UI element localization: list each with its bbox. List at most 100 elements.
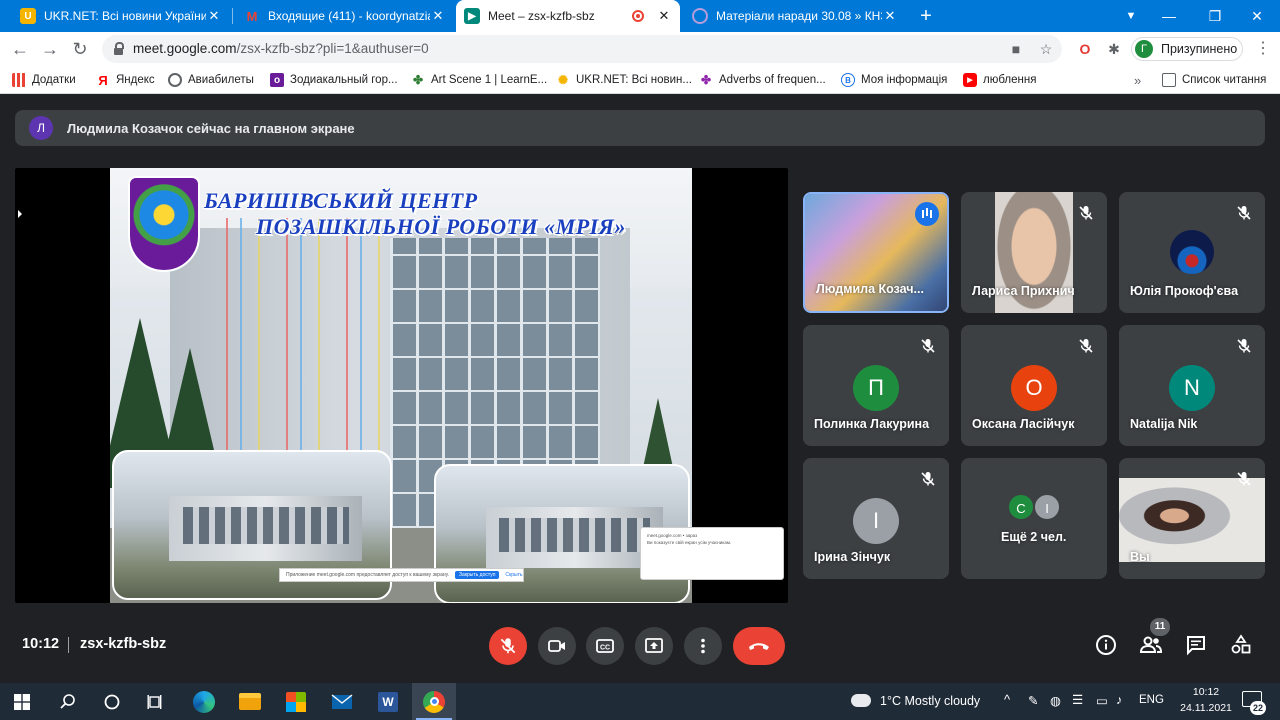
activities-button[interactable] [1229, 633, 1253, 657]
bookmark-info[interactable]: B Моя інформація [841, 71, 947, 89]
avatar: І [1033, 493, 1061, 521]
language-indicator[interactable]: ENG [1139, 694, 1164, 706]
tab-title: Входящие (411) - koordynatzia@ [268, 9, 430, 23]
more-options-button[interactable] [684, 627, 722, 665]
meeting-details-button[interactable] [1094, 633, 1118, 657]
new-tab-button[interactable]: + [914, 4, 938, 28]
close-window-button[interactable]: ✕ [1234, 0, 1280, 32]
bookmark-zodiac[interactable]: o Зодиакальный гор... [270, 71, 398, 89]
participant-name: Юлія Прокоф'єва [1130, 284, 1239, 298]
notifications-count-badge: 22 [1250, 701, 1266, 715]
tab-title: UKR.NET: Всі новини України, о [44, 9, 206, 23]
more-vert-icon [701, 638, 705, 654]
close-icon[interactable]: ✕ [430, 8, 446, 24]
restore-button[interactable]: ❐ [1192, 0, 1238, 32]
participants-button[interactable] [1139, 633, 1163, 657]
volume-tray-icon[interactable]: ♪ [1116, 693, 1122, 707]
tab-knz[interactable]: Матеріали наради 30.08 » КНЗ ✕ [684, 0, 906, 32]
participant-tile[interactable]: N Natalija Nik [1119, 325, 1265, 446]
meet-icon: ▶ [464, 8, 480, 24]
leave-call-button[interactable] [733, 627, 785, 665]
more-bookmarks-icon[interactable]: » [1134, 71, 1141, 89]
task-view-button[interactable] [134, 683, 178, 720]
camera-permission-icon[interactable]: ■ [1008, 41, 1024, 57]
profile-button[interactable]: Г Призупинено [1131, 37, 1243, 61]
bookmark-star-icon[interactable]: ☆ [1038, 41, 1054, 57]
lock-icon [114, 42, 124, 55]
tab-ukrnet[interactable]: U UKR.NET: Всі новини України, о ✕ [12, 0, 230, 32]
display-tray-icon[interactable]: ▭ [1096, 693, 1108, 708]
wifi-tray-icon[interactable]: ☰ [1072, 692, 1083, 707]
taskbar-date[interactable]: 24.11.2021 [1176, 702, 1236, 714]
bookmark-label: Adverbs of frequen... [719, 74, 826, 86]
participants-count-badge: 11 [1150, 618, 1170, 636]
bookmark-ukrnet[interactable]: ✺ UKR.NET: Всі новин... [556, 71, 692, 89]
extensions-puzzle-icon[interactable]: ✱ [1106, 41, 1122, 57]
captions-button[interactable]: CC [586, 627, 624, 665]
task-view-icon [147, 694, 162, 709]
address-bar[interactable]: meet.google.com/zsx-kzfb-sbz?pli=1&authu… [102, 35, 1062, 63]
close-icon[interactable]: ✕ [656, 8, 672, 24]
participant-tile[interactable]: Людмила Козач... [803, 192, 949, 313]
more-participants-tile[interactable]: С І Ещё 2 чел. [961, 458, 1107, 579]
presentation-stage[interactable]: БАРИШІВСЬКИЙ ЦЕНТР ПОЗАШКІЛЬНОЇ РОБОТИ «… [15, 168, 788, 603]
participant-tile[interactable]: Юлія Прокоф'єва [1119, 192, 1265, 313]
mouse-cursor-icon [18, 210, 22, 218]
word-taskbar-button[interactable]: W [366, 683, 410, 720]
pen-tray-icon[interactable]: ✎ [1028, 693, 1038, 708]
cortana-button[interactable] [90, 683, 134, 720]
browser-toolbar: ← → ↻ meet.google.com/zsx-kzfb-sbz?pli=1… [0, 32, 1280, 66]
camera-toggle-button[interactable] [538, 627, 576, 665]
bookmark-label: UKR.NET: Всі новин... [576, 74, 692, 86]
close-icon[interactable]: ✕ [882, 8, 898, 24]
participant-tile[interactable]: О Оксана Ласійчук [961, 325, 1107, 446]
bookmark-label: Додатки [32, 74, 76, 86]
chat-button[interactable] [1184, 633, 1208, 657]
tab-gmail[interactable]: M Входящие (411) - koordynatzia@ ✕ [236, 0, 454, 32]
forward-button[interactable]: → [38, 37, 62, 61]
store-taskbar-button[interactable] [274, 683, 318, 720]
participant-tile[interactable]: П Полинка Лакурина [803, 325, 949, 446]
search-button[interactable] [46, 683, 90, 720]
bookmark-label: Авиабилеты [188, 74, 254, 86]
meeting-clock: 10:12 [22, 636, 60, 652]
chrome-menu-icon[interactable]: ⋮ [1254, 37, 1272, 61]
bookmark-apps[interactable]: Додатки [12, 71, 76, 89]
reload-button[interactable]: ↻ [68, 37, 92, 61]
reading-list-button[interactable]: Список читання [1162, 71, 1266, 89]
address-url[interactable]: meet.google.com/zsx-kzfb-sbz?pli=1&authu… [133, 41, 429, 56]
mic-toggle-button[interactable] [489, 627, 527, 665]
bookmark-adverbs[interactable]: ✤ Adverbs of frequen... [699, 71, 826, 89]
taskbar-clock[interactable]: 10:12 [1176, 686, 1236, 698]
url-host: meet.google.com [133, 41, 237, 56]
bookmark-yandex[interactable]: Я Яндекс [96, 71, 154, 89]
start-button[interactable] [0, 683, 44, 720]
explorer-taskbar-button[interactable] [228, 683, 272, 720]
windows-logo-icon [14, 693, 30, 710]
chrome-taskbar-button[interactable] [412, 683, 456, 720]
weather-text[interactable]: 1°C Mostly cloudy [880, 694, 980, 708]
minimize-button[interactable]: — [1146, 0, 1192, 32]
activities-shapes-icon [1231, 634, 1251, 654]
tray-expand-icon[interactable]: ^ [1004, 692, 1010, 707]
screen-share-bar: Приложение meet.google.com предоставляет… [279, 568, 524, 582]
participant-tile[interactable]: І Ірина Зінчук [803, 458, 949, 579]
present-screen-button[interactable] [635, 627, 673, 665]
bookmark-avia[interactable]: Авиабилеты [168, 71, 254, 89]
meeting-bar-divider [68, 637, 69, 653]
bookmark-artscene[interactable]: ✤ Art Scene 1 | LearnE... [411, 71, 547, 89]
bookmark-youtube[interactable]: ▶ люблення [963, 71, 1036, 89]
close-icon[interactable]: ✕ [206, 8, 222, 24]
network-tray-icon[interactable]: ◍ [1050, 693, 1061, 708]
notification-source: meet.google.com • зараз [647, 533, 698, 538]
mic-off-icon [1235, 337, 1253, 355]
bookmark-label: Моя інформація [861, 74, 948, 86]
opera-extension-icon[interactable]: O [1077, 41, 1093, 57]
avatar: Л [29, 116, 53, 140]
back-button[interactable]: ← [8, 37, 32, 61]
mail-taskbar-button[interactable] [320, 683, 364, 720]
tab-meet[interactable]: ▶ Meet – zsx-kzfb-sbz ✕ [456, 0, 680, 32]
participant-tile[interactable]: Лариса Прихнич [961, 192, 1107, 313]
self-tile[interactable]: Вы [1119, 458, 1265, 579]
edge-taskbar-button[interactable] [182, 683, 226, 720]
